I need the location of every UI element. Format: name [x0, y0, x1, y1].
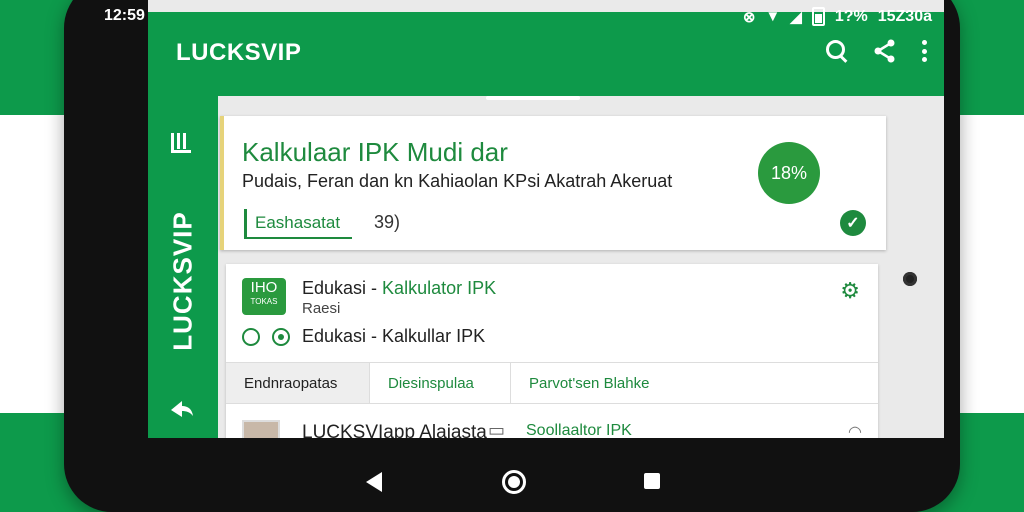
- phone-device: LUCKSVIP LUCKSVIP Kalkulaar IPK Mudi dar…: [64, 0, 960, 512]
- calculator-subtitle: Pudais, Feran dan kn Kahiaolan KPsi Akat…: [242, 171, 673, 191]
- nav-back-icon[interactable]: [366, 472, 382, 492]
- app-logo: IHO TOKAS: [242, 278, 286, 315]
- calculator-card[interactable]: Kalkulaar IPK Mudi dar Pudais, Feran dan…: [220, 116, 886, 250]
- tab-endnraopatas[interactable]: Endnraopatas: [226, 363, 370, 403]
- app-subtitle: Raesi: [302, 300, 341, 317]
- status-icons: ⊗ ▼ ◢ 1?% 15Z30a: [743, 7, 932, 26]
- list-thumbnail: [242, 420, 280, 438]
- menu-icon[interactable]: [168, 129, 196, 164]
- phone-screen: LUCKSVIP LUCKSVIP Kalkulaar IPK Mudi dar…: [148, 0, 944, 438]
- rail-vertical-brand: LUCKSVIP: [167, 211, 198, 351]
- front-camera: [903, 272, 917, 286]
- list-chat-icon: ▭: [488, 420, 506, 438]
- app-title: LUCKSVIP: [176, 39, 302, 66]
- list-title: LUCKSVIapp Alaiasta: [302, 422, 487, 438]
- tab-diesinspulaa[interactable]: Diesinspulaa: [370, 363, 511, 403]
- app-title-accent: Kalkulator IPK: [382, 278, 497, 298]
- more-vert-icon[interactable]: [920, 40, 928, 62]
- radio-selected-icon[interactable]: [272, 327, 290, 346]
- option-row[interactable]: Edukasi - Kalkullar IPK: [242, 326, 485, 347]
- check-icon[interactable]: ✓: [840, 210, 866, 236]
- list-green-text: Soollaaltor IPK: [526, 422, 632, 438]
- status-bar: 12:59 ⊗ ▼ ◢ 1?% 15Z30a: [64, 0, 960, 32]
- status-time: 12:59: [104, 7, 145, 24]
- rail-share-glyph: [171, 401, 193, 417]
- tab-bar: Endnraopatas Diesinspulaa Parvot'sen Bla…: [226, 362, 878, 404]
- search-icon[interactable]: [824, 38, 850, 64]
- content-area: Kalkulaar IPK Mudi dar Pudais, Feran dan…: [218, 96, 944, 438]
- app-bar-actions: [824, 38, 928, 64]
- rail-share-icon[interactable]: [168, 396, 196, 431]
- vibrate-icon: ⊗: [742, 8, 756, 26]
- app-info-card: IHO TOKAS Edukasi - Kalkulator IPK Raesi…: [226, 264, 878, 438]
- sheet-handle[interactable]: [486, 96, 580, 100]
- app-title-prefix: Edukasi -: [302, 278, 383, 298]
- percent-badge: 18%: [758, 142, 820, 204]
- radio-empty-icon[interactable]: [242, 327, 260, 346]
- signal-icon: ◢: [790, 8, 802, 26]
- share-icon-glyph: [874, 39, 895, 63]
- calculator-chip[interactable]: Eashasatat: [244, 209, 353, 239]
- navigation-bar: [64, 458, 960, 512]
- menu-icon-glyph: [171, 133, 191, 153]
- chip-count: 39): [374, 212, 401, 232]
- wifi-icon: ▼: [765, 8, 781, 25]
- gear-icon[interactable]: ⚙: [840, 278, 860, 304]
- app-title-line: Edukasi - Kalkulator IPK: [302, 278, 496, 299]
- battery-icon: [811, 7, 825, 26]
- nav-recents-icon[interactable]: [644, 473, 660, 489]
- app-logo-top: IHO: [250, 279, 278, 296]
- battery-percent: 1?%: [834, 7, 868, 25]
- status-clock: 15Z30a: [877, 7, 932, 25]
- share-icon[interactable]: [872, 38, 898, 64]
- tab-parvotsen[interactable]: Parvot'sen Blahke: [511, 363, 878, 403]
- option-label: Edukasi - Kalkullar IPK: [302, 326, 486, 346]
- list-item[interactable]: LUCKSVIapp Alaiasta ▭ Soollaaltor IPK ◠: [242, 414, 862, 438]
- calculator-title: Kalkulaar IPK Mudi dar: [242, 137, 508, 167]
- side-rail: LUCKSVIP: [148, 96, 218, 438]
- nav-home-icon[interactable]: [502, 470, 526, 494]
- list-more-icon[interactable]: ◠: [848, 422, 862, 438]
- app-logo-bottom: TOKAS: [250, 297, 278, 306]
